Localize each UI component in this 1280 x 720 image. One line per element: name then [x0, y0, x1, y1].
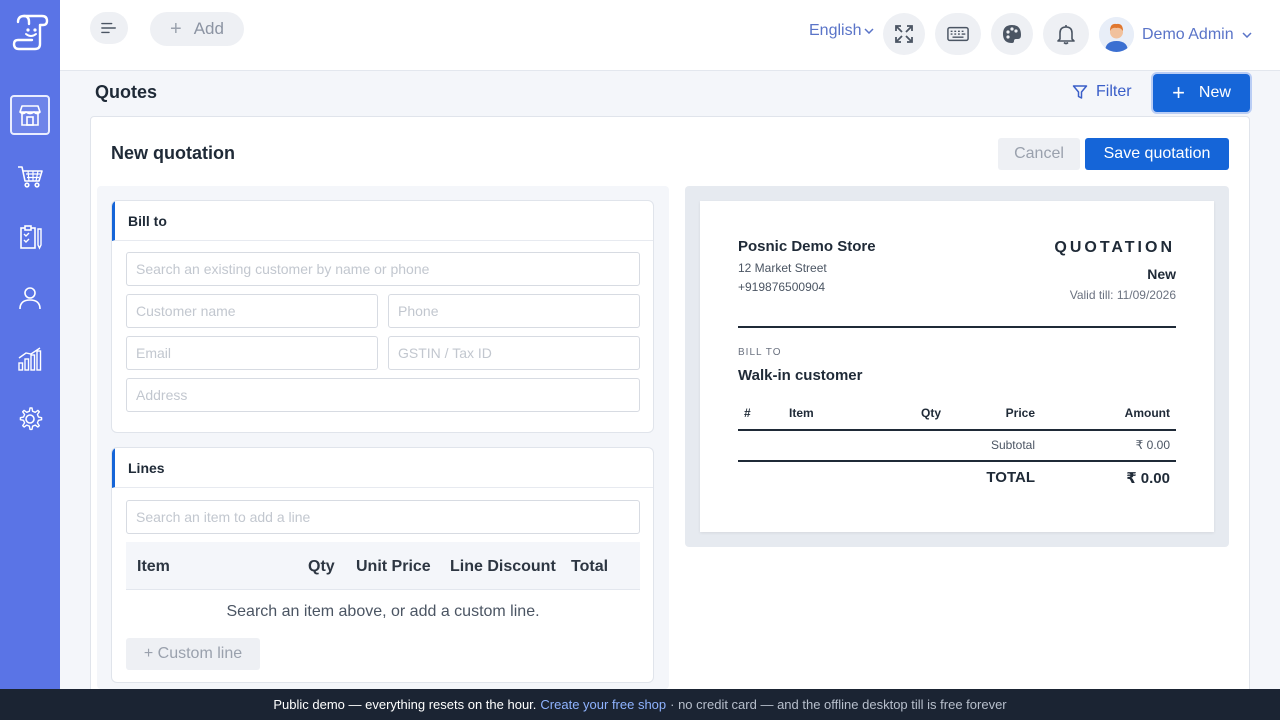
top-bar: + Add English Demo Admin [60, 0, 1280, 71]
chevron-down-icon [1242, 31, 1252, 38]
bill-to-label: BILL TO [738, 347, 782, 358]
sidebar [0, 0, 60, 689]
total-divider [738, 460, 1176, 462]
cart-icon [18, 166, 43, 188]
avatar-icon [1099, 17, 1134, 52]
empty-lines-message: Search an item above, or add a custom li… [226, 603, 540, 620]
col-total: Total [571, 558, 609, 575]
menu-icon [101, 22, 116, 34]
fullscreen-button[interactable] [883, 13, 925, 55]
banner-tail: · no credit card — and the offline deskt… [670, 697, 1007, 712]
user-icon [19, 287, 41, 310]
user-menu[interactable]: Demo Admin [1099, 17, 1252, 52]
valid-till: Valid till: 11/09/2026 [1069, 288, 1176, 302]
theme-button[interactable] [991, 13, 1033, 55]
preview-col-item: Item [789, 406, 814, 420]
demo-banner: Public demo — everything resets on the h… [0, 689, 1280, 720]
customer-name-field[interactable]: Customer name [126, 294, 378, 328]
filter-button[interactable]: Filter [1072, 83, 1132, 101]
customer-search-input[interactable]: Search an existing customer by name or p… [126, 252, 640, 286]
phone-field[interactable]: Phone [388, 294, 640, 328]
gear-icon [19, 407, 43, 431]
chevron-down-icon [864, 28, 875, 34]
gstin-field[interactable]: GSTIN / Tax ID [388, 336, 640, 370]
cancel-button[interactable]: Cancel [998, 138, 1080, 170]
new-quote-button[interactable]: + New [1153, 74, 1250, 112]
clipboard-icon [20, 225, 42, 250]
address-field[interactable]: Address [126, 378, 640, 412]
filter-label: Filter [1096, 83, 1132, 100]
nav-settings[interactable] [10, 399, 50, 439]
nav-sales[interactable] [10, 156, 50, 196]
email-field[interactable]: Email [126, 336, 378, 370]
plus-icon: + [1172, 80, 1185, 105]
palette-icon [1003, 25, 1021, 43]
item-search-input[interactable]: Search an item to add a line [126, 500, 640, 534]
store-icon [19, 105, 41, 126]
add-button[interactable]: + Add [150, 12, 244, 46]
col-qty: Qty [308, 558, 335, 575]
add-custom-line-button[interactable]: + Custom line [126, 638, 260, 670]
nav-customers[interactable] [10, 278, 50, 318]
bill-to-heading: Bill to [112, 201, 653, 241]
filter-icon [1072, 85, 1088, 99]
bell-icon [1057, 25, 1075, 45]
col-item: Item [137, 558, 170, 575]
store-address: 12 Market Street [738, 261, 827, 275]
fullscreen-icon [895, 25, 913, 43]
table-header-divider [738, 429, 1176, 431]
lines-table-header: Item Qty Unit Price Line Discount Total [126, 542, 640, 590]
scroll-logo-icon [12, 14, 49, 51]
page-title: Quotes [95, 82, 158, 102]
user-name: Demo Admin [1142, 25, 1234, 43]
create-shop-link[interactable]: Create your free shop [540, 697, 666, 712]
store-name: Posnic Demo Store [738, 238, 876, 255]
preview-col-price: Price [1005, 406, 1035, 420]
nav-reports[interactable] [10, 339, 50, 379]
app-logo[interactable] [10, 12, 50, 52]
keyboard-shortcuts-button[interactable] [935, 13, 981, 55]
add-button-label: Add [193, 19, 224, 38]
notifications-button[interactable] [1043, 13, 1089, 55]
preview-col-amount: Amount [1124, 406, 1170, 420]
save-quotation-button[interactable]: Save quotation [1085, 138, 1229, 170]
new-button-label: New [1198, 84, 1231, 101]
document-title: QUOTATION [1054, 239, 1175, 256]
header-divider [738, 326, 1176, 328]
nav-store[interactable] [10, 95, 50, 135]
nav-quotes[interactable] [10, 217, 50, 257]
language-selector[interactable]: English [809, 22, 875, 40]
menu-toggle-button[interactable] [90, 12, 128, 44]
col-unit-price: Unit Price [356, 558, 431, 575]
preview-col-number: # [744, 406, 751, 420]
total-label: TOTAL [986, 469, 1035, 486]
form-title: New quotation [111, 143, 235, 163]
total-value: ₹ 0.00 [1126, 470, 1170, 487]
keyboard-icon [947, 26, 969, 42]
subtotal-label: Subtotal [990, 438, 1035, 452]
col-line-discount: Line Discount [450, 558, 556, 575]
banner-lead: Public demo — everything resets on the h… [273, 697, 537, 712]
avatar [1099, 17, 1134, 52]
lines-heading: Lines [112, 448, 653, 488]
language-label: English [809, 22, 862, 39]
preview-col-qty: Qty [920, 406, 941, 420]
bar-chart-icon [18, 347, 42, 371]
status-badge: New [1147, 266, 1176, 282]
customer-name: Walk-in customer [738, 367, 863, 384]
subtotal-value: ₹ 0.00 [1135, 438, 1170, 452]
plus-icon: + [170, 17, 182, 40]
store-phone: +919876500904 [738, 280, 826, 294]
